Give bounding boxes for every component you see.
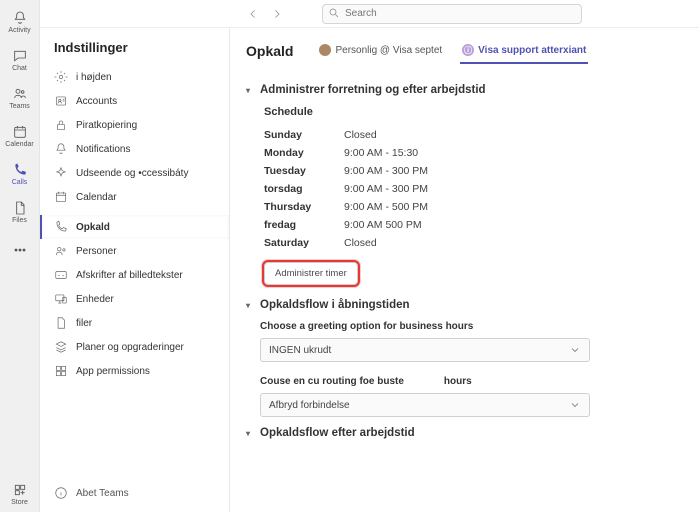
rail-more[interactable] [2,232,38,268]
info-icon [54,486,68,500]
more-icon [12,242,28,258]
rail-calendar[interactable]: Calendar [2,118,38,154]
table-row: SundayClosed [264,126,438,144]
snav-filer[interactable]: filer [40,311,229,335]
rail-teams[interactable]: Teams [2,80,38,116]
settings-title: Indstillinger [40,36,229,65]
calendar-icon [12,124,28,140]
section-after-hours-head[interactable]: Opkaldsflow efter arbejdstid [260,427,675,439]
search-icon [328,7,340,19]
rail-store[interactable]: Store [2,476,38,512]
chevron-left-icon [247,8,259,20]
routing-select[interactable]: Afbryd forbindelse [260,393,590,417]
routing-label: Couse en cu routing foe buste [260,376,404,387]
tab-personal[interactable]: Personlig @ Visa septet [317,38,444,64]
chevron-down-icon [569,344,581,356]
snav-appearance[interactable]: Udseende og •ccessibáty [40,161,229,185]
main-header: Opkald Personlig @ Visa septet ⓘVisa sup… [230,28,699,68]
table-row: torsdag9:00 AM - 300 PM [264,180,438,198]
snav-personer[interactable]: Personer [40,239,229,263]
rail-chat[interactable]: Chat [2,42,38,78]
accounts-icon [54,94,68,108]
attendant-tabs: Personlig @ Visa septet ⓘVisa support at… [317,38,588,64]
captions-icon [54,268,68,282]
avatar-icon [319,44,331,56]
snav-piracy[interactable]: Piratkopiering [40,113,229,137]
nav-forward-button[interactable] [268,5,286,23]
table-row: Tuesday9:00 AM - 300 PM [264,162,438,180]
main-content: Opkald Personlig @ Visa septet ⓘVisa sup… [230,28,699,512]
teams-icon [12,86,28,102]
rail-calls[interactable]: Calls [2,156,38,192]
hours-label: hours [444,376,472,387]
section-open-flow-head[interactable]: Opkaldsflow i åbningstiden [260,299,675,311]
section-hours-head[interactable]: Administrer forretning og efter arbejdst… [260,84,675,96]
phone-icon [54,220,68,234]
bell-icon [54,142,68,156]
rail-files[interactable]: Files [2,194,38,230]
manage-hours-button[interactable]: Administrer timer [264,262,358,285]
snav-appperm[interactable]: App permissions [40,359,229,383]
store-icon [12,482,28,498]
settings-nav: Indstillinger i højden Accounts Piratkop… [40,28,230,512]
gear-icon [54,70,68,84]
snav-opkald[interactable]: Opkald [40,215,229,239]
greeting-label: Choose a greeting option for business ho… [260,321,675,332]
top-bar [40,0,699,28]
table-row: Monday9:00 AM - 15:30 [264,144,438,162]
snav-captions[interactable]: Afskrifter af billedtekster [40,263,229,287]
table-row: Thursday9:00 AM - 500 PM [264,198,438,216]
file-icon [54,316,68,330]
table-row: fredag9:00 AM 500 PM [264,216,438,234]
calendar-icon [54,190,68,204]
tab-visa-support[interactable]: ⓘVisa support atterxiant [460,38,588,64]
phone-icon [12,162,28,178]
snav-devices[interactable]: Enheder [40,287,229,311]
lock-icon [54,118,68,132]
files-icon [12,200,28,216]
chevron-right-icon [271,8,283,20]
search-wrap [322,4,582,24]
schedule-label: Schedule [264,106,675,118]
app-rail: Activity Chat Teams Calendar Calls Files [0,0,40,512]
greeting-select[interactable]: INGEN ukrudt [260,338,590,362]
table-row: SaturdayClosed [264,234,438,252]
snav-hojden[interactable]: i højden [40,65,229,89]
schedule-table: SundayClosed Monday9:00 AM - 15:30 Tuesd… [264,126,438,252]
snav-accounts[interactable]: Accounts [40,89,229,113]
people-icon [54,244,68,258]
chevron-down-icon [569,399,581,411]
snav-notifications[interactable]: Notifications [40,137,229,161]
nav-back-button[interactable] [244,5,262,23]
search-input[interactable] [322,4,582,24]
plans-icon [54,340,68,354]
snav-plans[interactable]: Planer og opgraderinger [40,335,229,359]
avatar-icon: ⓘ [462,44,474,56]
page-title: Opkald [246,43,293,59]
devices-icon [54,292,68,306]
about-teams[interactable]: Abet Teams [40,480,229,506]
bell-icon [12,10,28,26]
rail-activity[interactable]: Activity [2,4,38,40]
snav-calendar[interactable]: Calendar [40,185,229,209]
apps-icon [54,364,68,378]
sparkle-icon [54,166,68,180]
chat-icon [12,48,28,64]
